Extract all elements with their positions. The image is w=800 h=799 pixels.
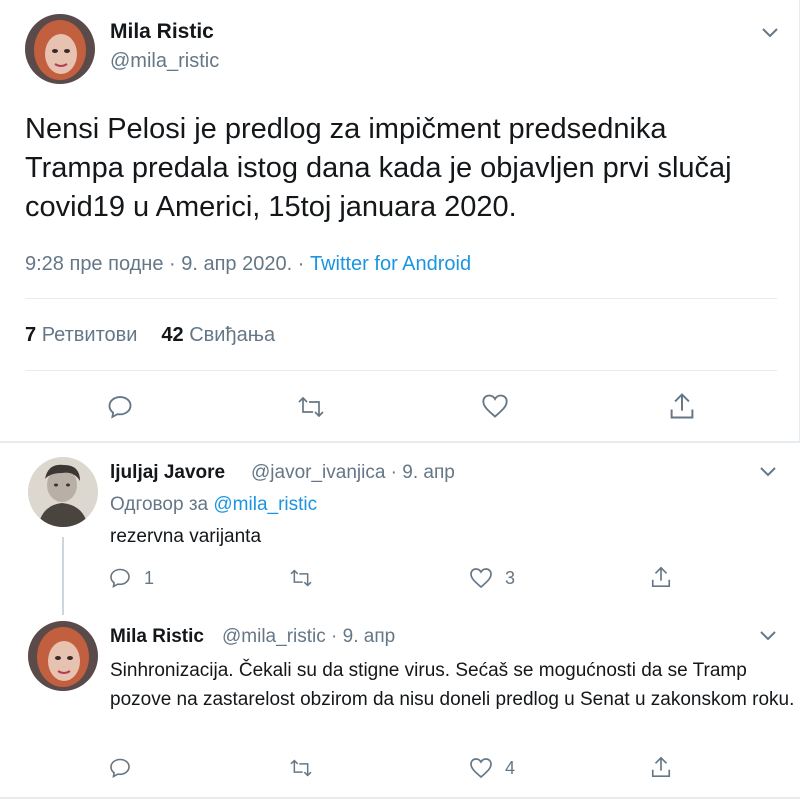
share-button[interactable]	[650, 755, 672, 779]
reply-count: 1	[144, 567, 155, 588]
retweet-button[interactable]	[296, 395, 326, 419]
reply-tweet[interactable]: ljuljaj Javore @javor_ivanjica · 9. апр …	[0, 443, 800, 617]
reply-icon	[108, 396, 132, 419]
reply-to-handle[interactable]: @mila_ristic	[213, 494, 317, 515]
like-count: 3	[505, 567, 516, 588]
author-handle[interactable]: @mila_ristic	[110, 50, 219, 73]
reply-button[interactable]	[106, 393, 134, 421]
avatar[interactable]	[25, 14, 95, 84]
reply-text: rezervna varijanta	[110, 526, 262, 547]
likes-count: 42	[161, 324, 184, 346]
like-button[interactable]: 4	[469, 757, 515, 779]
main-tweet: Mila Ristic @mila_ristic Nensi Pelosi je…	[0, 0, 800, 441]
reply-author-handle[interactable]: @mila_ristic · 9. апр	[222, 626, 395, 648]
retweet-button[interactable]	[288, 758, 326, 778]
retweets-count: 7	[25, 324, 37, 346]
retweet-icon	[290, 569, 312, 587]
like-button[interactable]	[481, 393, 509, 419]
heart-icon	[482, 394, 508, 418]
share-button[interactable]	[668, 391, 696, 421]
divider	[25, 370, 777, 371]
share-button[interactable]	[650, 565, 672, 589]
reply-text: Sinhronizacija. Čekali su da stigne viru…	[110, 660, 795, 710]
tweet-text: Nensi Pelosi je predlog za impičment pre…	[25, 113, 732, 223]
retweet-button[interactable]	[288, 568, 326, 588]
avatar[interactable]	[28, 457, 98, 527]
reply-author-name[interactable]: Mila Ristic	[110, 626, 204, 648]
heart-icon	[470, 568, 492, 589]
tweet-stats: 7 Ретвитови 42 Свиђања	[25, 324, 275, 347]
share-icon	[651, 756, 671, 777]
retweet-icon	[298, 396, 324, 418]
tweet-source[interactable]: Twitter for Android	[310, 253, 471, 275]
tweet-meta: 9:28 пре подне · 9. апр 2020. · Twitter …	[25, 253, 471, 276]
chevron-down-icon[interactable]	[758, 629, 778, 643]
avatar[interactable]	[28, 621, 98, 691]
share-icon	[670, 393, 694, 419]
chevron-down-icon[interactable]	[760, 26, 780, 40]
like-count: 4	[505, 757, 516, 778]
like-button[interactable]: 3	[469, 567, 515, 589]
reply-icon	[110, 758, 130, 778]
thread-line	[62, 537, 64, 615]
retweets-stat[interactable]: 7 Ретвитови	[25, 324, 137, 346]
share-icon	[651, 566, 671, 587]
reply-icon	[110, 568, 130, 588]
reply-author-name[interactable]: ljuljaj Javore	[110, 462, 225, 484]
reply-tweet[interactable]: Mila Ristic @mila_ristic · 9. апр Sinhro…	[0, 617, 800, 799]
reply-button[interactable]	[108, 756, 144, 780]
tweet-time[interactable]: 9:28 пре подне · 9. апр 2020. ·	[25, 253, 310, 275]
reply-to: Одговор за @mila_ristic	[110, 494, 317, 516]
likes-label: Свиђања	[189, 324, 276, 346]
reply-author-handle[interactable]: @javor_ivanjica · 9. апр	[251, 462, 455, 484]
reply-to-label: Одговор за	[110, 494, 214, 515]
chevron-down-icon[interactable]	[758, 465, 778, 479]
likes-stat[interactable]: 42 Свиђања	[161, 324, 275, 346]
retweet-icon	[290, 759, 312, 777]
reply-button[interactable]: 1	[108, 566, 154, 590]
heart-icon	[470, 758, 492, 779]
retweets-label: Ретвитови	[41, 324, 138, 346]
author-name[interactable]: Mila Ristic	[110, 20, 214, 44]
divider	[25, 298, 777, 299]
